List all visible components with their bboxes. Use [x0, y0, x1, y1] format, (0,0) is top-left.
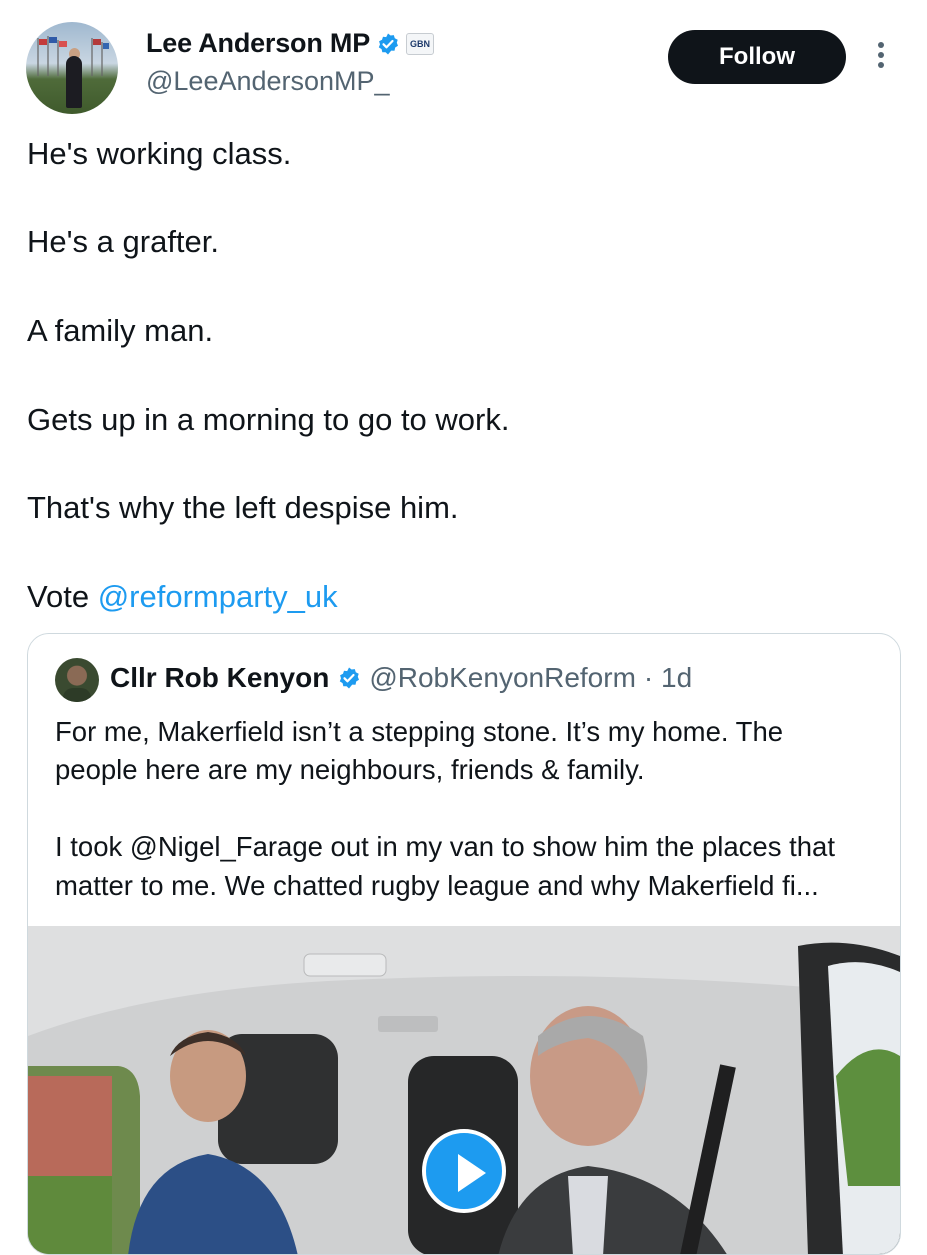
mention-link[interactable]: @reformparty_uk [98, 579, 338, 614]
video-thumbnail[interactable] [28, 926, 900, 1254]
quote-timestamp[interactable]: · 1d [644, 662, 692, 694]
tweet-line: He's working class. [27, 136, 292, 171]
quote-text-line: I took @Nigel_Farage out in my van to sh… [55, 831, 835, 862]
quote-text-line: people here are my neighbours, friends &… [55, 754, 645, 785]
quote-author-handle[interactable]: @RobKenyonReform [369, 662, 636, 694]
quote-header: Cllr Rob Kenyon @RobKenyonReform · 1d [110, 662, 692, 694]
tweet-line: He's a grafter. [27, 224, 220, 259]
verified-badge-icon [340, 667, 360, 689]
follow-button[interactable]: Follow [668, 30, 846, 84]
tweet-vote-line: Vote @reformparty_uk [27, 579, 338, 615]
tweet-line: A family man. [27, 313, 214, 348]
author-avatar[interactable] [26, 22, 118, 114]
affiliation-badge[interactable]: GBN [406, 32, 435, 55]
quote-author-name[interactable]: Cllr Rob Kenyon [110, 662, 329, 694]
vote-prefix: Vote [27, 579, 90, 614]
tweet-line: That's why the left despise him. [27, 490, 459, 525]
verified-badge-icon [378, 33, 399, 54]
play-icon[interactable] [422, 1129, 506, 1213]
quote-text-line: matter to me. We chatted rugby league an… [55, 870, 819, 901]
author-name-row: Lee Anderson MP GBN [146, 28, 435, 59]
quote-author-avatar[interactable] [55, 658, 99, 702]
author-display-name[interactable]: Lee Anderson MP [146, 28, 370, 59]
more-options-icon[interactable] [866, 38, 896, 78]
quoted-tweet[interactable]: Cllr Rob Kenyon @RobKenyonReform · 1d Fo… [27, 633, 901, 1255]
author-handle[interactable]: @LeeAndersonMP_ [146, 66, 390, 97]
tweet-line: Gets up in a morning to go to work. [27, 402, 510, 437]
avatar-figure [66, 56, 82, 108]
quote-text-line: For me, Makerfield isn’t a stepping ston… [55, 716, 784, 747]
